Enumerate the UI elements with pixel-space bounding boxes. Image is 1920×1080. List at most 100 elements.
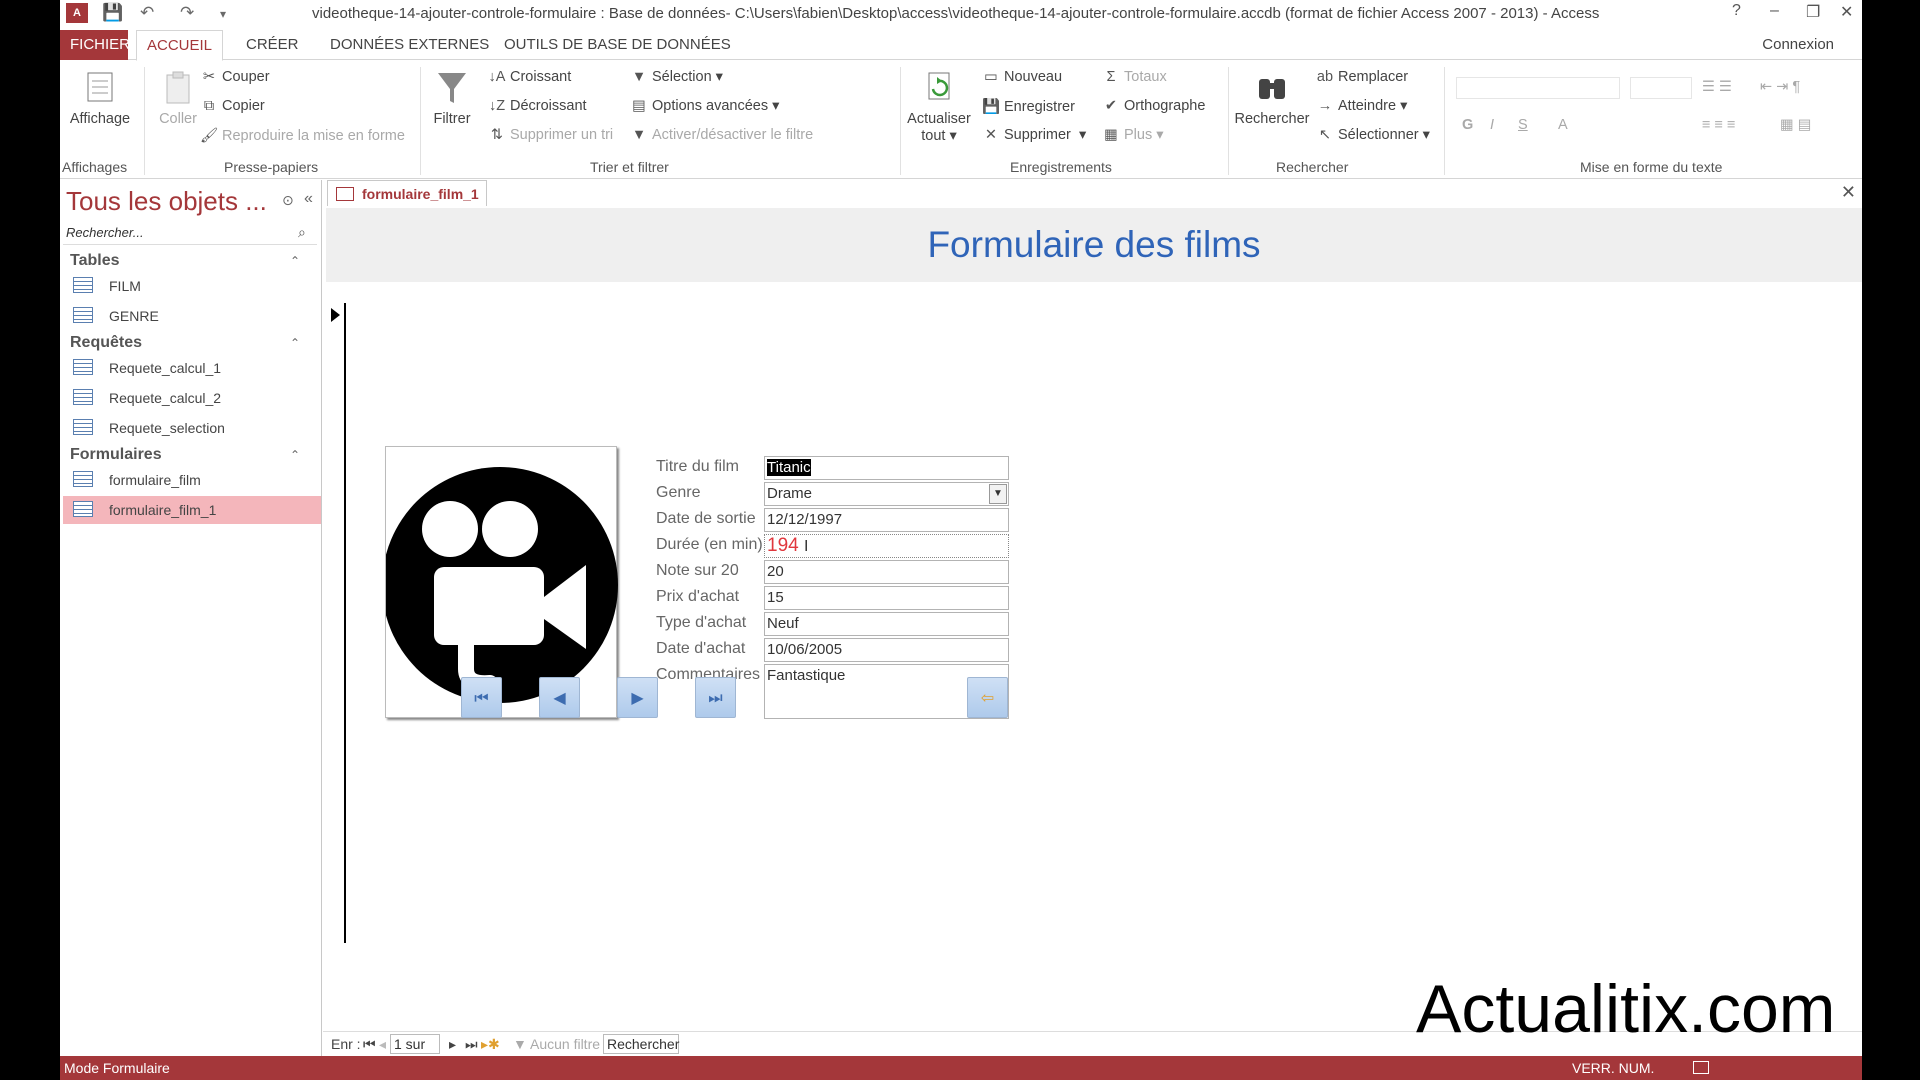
save-icon[interactable]: 💾 — [102, 3, 123, 23]
orthographe-button[interactable]: ✔ Orthographe — [1102, 98, 1206, 114]
connexion-link[interactable]: Connexion — [1762, 36, 1834, 53]
font-name-box[interactable] — [1456, 77, 1620, 99]
note-input[interactable]: 20 — [764, 560, 1009, 584]
status-num-lock: VERR. NUM. — [1572, 1060, 1655, 1076]
nav-collapse-icon[interactable]: « — [304, 190, 313, 208]
supprimer-tri-button[interactable]: ⇅ Supprimer un tri — [488, 127, 613, 143]
nav-item-requete-calcul-2[interactable]: Requete_calcul_2 — [63, 384, 321, 412]
supprimer-button[interactable]: ✕ Supprimer ▾ — [982, 127, 1086, 143]
redo-icon[interactable]: ↷ — [180, 3, 194, 23]
bullets-icon[interactable]: ☰ ☰ — [1702, 79, 1732, 95]
nav-item-formulaire-film[interactable]: formulaire_film — [63, 466, 321, 494]
save-record-icon: 💾 — [982, 99, 1001, 115]
access-app-icon[interactable]: A — [66, 3, 88, 23]
chevron-up-icon[interactable]: ⌃ — [290, 336, 300, 350]
atteindre-button[interactable]: → Atteindre ▾ — [1316, 98, 1408, 114]
selection-button[interactable]: ▼ Sélection ▾ — [630, 69, 723, 85]
indent-icon[interactable]: ⇤ ⇥ ¶ — [1760, 79, 1800, 95]
tab-creer[interactable]: CRÉER — [236, 30, 309, 60]
activer-filtre-button[interactable]: ▼ Activer/désactiver le filtre — [630, 127, 813, 143]
gridlines-icon[interactable]: ▦ ▤ — [1780, 117, 1811, 133]
next-record-button[interactable]: ▶ — [617, 677, 658, 718]
nav-section-formulaires[interactable]: Formulaires — [70, 446, 162, 464]
tab-fichier[interactable]: FICHIER — [60, 30, 130, 60]
record-position[interactable]: 1 sur 20 — [390, 1034, 440, 1070]
nav-pane-title[interactable]: Tous les objets ... — [66, 186, 267, 217]
next-record-icon: ▶ — [631, 690, 644, 707]
titre-input[interactable]: Titanic — [764, 456, 1009, 480]
prev-record-nav-icon[interactable]: ◂ — [379, 1036, 386, 1053]
actualiser-tout-button[interactable]: Actualiser tout ▾ — [904, 69, 974, 145]
no-filter-button[interactable]: ▼ Aucun filtre — [513, 1036, 600, 1052]
record-selector[interactable] — [326, 303, 346, 943]
nav-dropdown-icon[interactable]: ⊙ — [282, 192, 294, 209]
chevron-down-icon[interactable]: ▼ — [989, 484, 1007, 504]
tab-donnees-externes[interactable]: DONNÉES EXTERNES — [320, 30, 499, 60]
last-record-nav-icon[interactable]: ⏭ — [465, 1036, 478, 1053]
nav-search-input[interactable]: Rechercher... — [63, 223, 317, 245]
italic-button[interactable]: I — [1490, 117, 1494, 133]
next-record-nav-icon[interactable]: ▸ — [449, 1036, 456, 1053]
previous-record-button[interactable]: ◀ — [539, 677, 580, 718]
help-button[interactable]: ? — [1732, 2, 1741, 20]
copier-button[interactable]: ⧉ Copier — [200, 98, 265, 114]
enregistrer-button[interactable]: 💾 Enregistrer — [982, 98, 1075, 115]
croissant-button[interactable]: ↓A Croissant — [488, 69, 572, 85]
search-icon[interactable]: ⌕ — [298, 224, 306, 241]
plus-button[interactable]: ▦ Plus ▾ — [1102, 127, 1163, 143]
nav-item-requete-calcul-1[interactable]: Requete_calcul_1 — [63, 354, 321, 382]
nav-item-film[interactable]: FILM — [63, 272, 321, 300]
nav-section-requetes[interactable]: Requêtes — [70, 334, 142, 352]
affichage-button[interactable]: Affichage — [62, 69, 138, 128]
type-achat-input[interactable]: Neuf — [764, 612, 1009, 636]
remplacer-button[interactable]: ab Remplacer — [1316, 69, 1408, 85]
close-button[interactable]: ✕ — [1840, 2, 1853, 22]
record-search-input[interactable]: Rechercher — [603, 1034, 679, 1054]
nav-section-tables[interactable]: Tables — [70, 252, 120, 270]
scissors-icon: ✂ — [202, 69, 216, 85]
chevron-up-icon[interactable]: ⌃ — [290, 254, 300, 268]
new-record-nav-icon[interactable]: ▸✱ — [481, 1036, 500, 1053]
restore-button[interactable]: ❐ — [1806, 2, 1820, 22]
nav-item-genre[interactable]: GENRE — [63, 302, 321, 330]
options-avancees-button[interactable]: ▤ Options avancées ▾ — [630, 98, 779, 114]
align-icon[interactable]: ≡ ≡ ≡ — [1702, 117, 1735, 133]
chevron-up-icon[interactable]: ⌃ — [290, 448, 300, 462]
totaux-button[interactable]: Σ Totaux — [1102, 69, 1167, 85]
first-record-button[interactable]: ⏮ — [461, 677, 502, 718]
selectionner-button[interactable]: ↖ Sélectionner ▾ — [1316, 127, 1430, 143]
prix-achat-input[interactable]: 15 — [764, 586, 1009, 610]
nav-item-formulaire-film-1[interactable]: formulaire_film_1 — [63, 496, 321, 524]
duree-input[interactable]: 194 I — [764, 534, 1009, 558]
date-achat-input[interactable]: 10/06/2005 — [764, 638, 1009, 662]
window-title: videotheque-14-ajouter-controle-formulai… — [312, 5, 1600, 22]
font-size-box[interactable] — [1630, 77, 1692, 99]
last-record-button[interactable]: ⏭ — [695, 677, 736, 718]
couper-button[interactable]: ✂ Couper — [200, 69, 270, 85]
label-prix-achat: Prix d'achat — [656, 588, 740, 605]
nouveau-button[interactable]: ▭ Nouveau — [982, 69, 1062, 85]
query-icon — [73, 419, 93, 435]
first-record-nav-icon[interactable]: ⏮ — [363, 1036, 376, 1053]
filtrer-button[interactable]: Filtrer — [428, 69, 476, 128]
decroissant-button[interactable]: ↓Z Décroissant — [488, 98, 587, 114]
close-document-button[interactable]: ✕ — [1841, 182, 1856, 203]
rechercher-button[interactable]: Rechercher — [1232, 69, 1312, 128]
tab-outils-base-donnees[interactable]: OUTILS DE BASE DE DONNÉES — [494, 30, 741, 60]
reproduire-button[interactable]: 🖌 Reproduire la mise en forme — [200, 127, 405, 144]
add-record-button[interactable]: ⇦ — [967, 677, 1008, 718]
tab-accueil[interactable]: ACCUEIL — [136, 30, 224, 61]
font-color-button[interactable]: A — [1558, 117, 1568, 133]
view-icon — [87, 72, 113, 102]
document-tab[interactable]: formulaire_film_1 — [327, 180, 487, 206]
date-sortie-input[interactable]: 12/12/1997 — [764, 508, 1009, 532]
genre-combobox[interactable]: Drame ▼ — [764, 482, 1009, 506]
undo-icon[interactable]: ↶ — [140, 3, 154, 23]
customize-qat-icon[interactable]: ▾ — [220, 7, 226, 21]
bold-button[interactable]: G — [1462, 117, 1473, 133]
text-cursor-icon: I — [803, 538, 809, 555]
underline-button[interactable]: S — [1518, 117, 1528, 133]
minimize-button[interactable]: – — [1770, 2, 1779, 20]
nav-item-requete-selection[interactable]: Requete_selection — [63, 414, 321, 442]
form-view-icon[interactable] — [1693, 1061, 1709, 1074]
